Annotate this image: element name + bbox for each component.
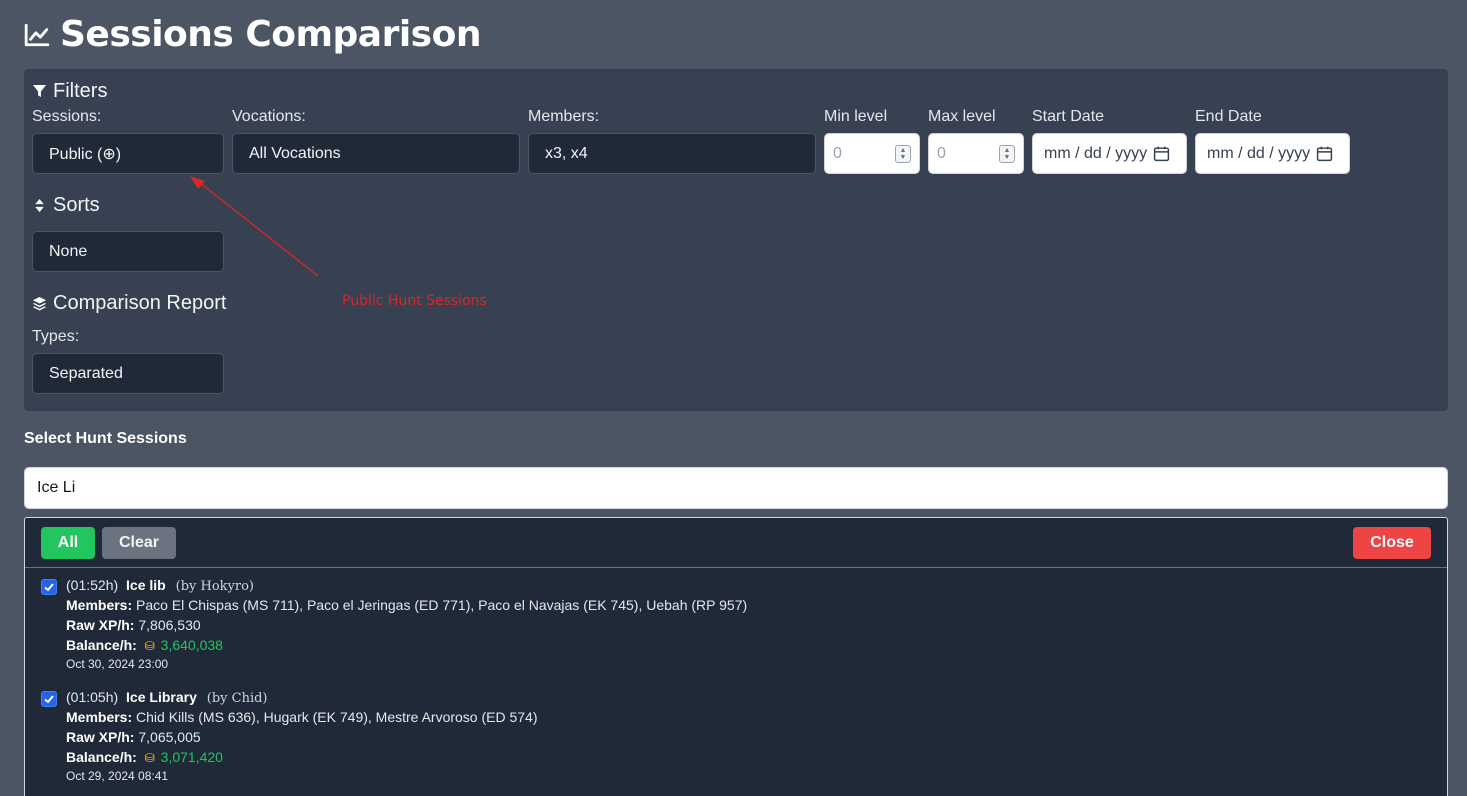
min-level-placeholder: 0 [833, 144, 842, 162]
types-select-value: Separated [49, 364, 123, 382]
members-label: Members: [528, 108, 600, 125]
types-select[interactable]: Separated [32, 353, 224, 394]
sorts-select-value: None [49, 242, 88, 260]
session-name: Ice Library [126, 689, 197, 705]
max-level-placeholder: 0 [937, 144, 946, 162]
sorts-select[interactable]: None [32, 231, 224, 272]
sessions-select-value: Public (⊕) [49, 145, 122, 163]
hunt-sessions-search-input[interactable]: Ice Li [24, 467, 1448, 509]
filters-heading-text: Filters [53, 80, 108, 102]
rawxp-key: Raw XP/h: [66, 617, 135, 633]
max-level-stepper[interactable]: ▲ ▼ [999, 145, 1015, 163]
session-balance: Balance/h: ⛁ 3,640,038 [66, 637, 223, 653]
max-level-input[interactable]: 0 ▲ ▼ [928, 133, 1024, 174]
members-key: Members: [66, 597, 133, 613]
members-key: Members: [66, 709, 133, 725]
list-item[interactable]: (01:52h) Ice lib (by Hokyro) Members: Pa… [41, 577, 1421, 677]
session-duration: (01:52h) [66, 577, 119, 593]
comparison-report-heading: Comparison Report [32, 292, 226, 315]
session-header: (01:05h) Ice Library (by Chid) [66, 689, 268, 706]
select-hunt-sessions-label: Select Hunt Sessions [24, 430, 187, 447]
end-date-placeholder: mm / dd / yyyy [1207, 144, 1311, 162]
filters-heading: Filters [32, 80, 107, 103]
session-members: Members: Paco El Chispas (MS 711), Paco … [66, 597, 747, 613]
sessions-label: Sessions: [32, 108, 102, 125]
sort-icon [35, 198, 44, 213]
filter-icon [32, 84, 47, 98]
check-icon [44, 583, 54, 592]
check-icon [44, 695, 54, 704]
start-date-input[interactable]: mm / dd / yyyy [1032, 133, 1187, 174]
session-header: (01:52h) Ice lib (by Hokyro) [66, 577, 254, 594]
vocations-label: Vocations: [232, 108, 306, 125]
sessions-select[interactable]: Public (⊕) [32, 133, 224, 174]
balance-value: 3,640,038 [160, 637, 223, 653]
session-rawxp: Raw XP/h: 7,065,005 [66, 729, 201, 745]
members-value: Paco El Chispas (MS 711), Paco el Jering… [136, 597, 748, 613]
members-select[interactable]: x3, x4 [528, 133, 816, 174]
balance-value: 3,071,420 [160, 749, 223, 765]
min-level-stepper[interactable]: ▲ ▼ [895, 145, 911, 163]
gold-coin-icon: ⛁ [144, 639, 155, 653]
session-date: Oct 29, 2024 08:41 [66, 769, 169, 783]
annotation-text: Public Hunt Sessions [342, 293, 487, 309]
search-input-value: Ice Li [37, 479, 76, 496]
sorts-heading: Sorts [32, 194, 100, 217]
session-rawxp: Raw XP/h: 7,806,530 [66, 617, 201, 633]
select-all-button[interactable]: All [41, 527, 95, 559]
session-author: (by Hokyro) [175, 579, 254, 594]
calendar-icon[interactable] [1153, 145, 1170, 162]
balance-key: Balance/h: [66, 749, 137, 765]
page-title-text: Sessions Comparison [60, 14, 481, 55]
filters-panel: Filters Sessions: Public (⊕) Vocations: … [24, 69, 1448, 411]
min-level-input[interactable]: 0 ▲ ▼ [824, 133, 920, 174]
session-author: (by Chid) [206, 691, 268, 706]
session-duration: (01:05h) [66, 689, 119, 705]
page-title: Sessions Comparison [24, 14, 481, 55]
vocations-select[interactable]: All Vocations [232, 133, 520, 174]
rawxp-key: Raw XP/h: [66, 729, 135, 745]
gold-coin-icon: ⛁ [144, 751, 155, 765]
session-date: Oct 30, 2024 23:00 [66, 657, 169, 671]
rawxp-value: 7,806,530 [138, 617, 201, 633]
members-value: Chid Kills (MS 636), Hugark (EK 749), Me… [136, 709, 538, 725]
members-select-value: x3, x4 [545, 144, 588, 162]
min-level-label: Min level [824, 108, 888, 125]
session-balance: Balance/h: ⛁ 3,071,420 [66, 749, 223, 765]
dropdown-toolbar: All Clear Close [25, 518, 1447, 568]
types-label: Types: [32, 328, 80, 345]
chart-line-icon [24, 23, 50, 46]
vocations-select-value: All Vocations [249, 144, 341, 162]
list-item[interactable]: (01:05h) Ice Library (by Chid) Members: … [41, 689, 1421, 789]
calendar-icon[interactable] [1316, 145, 1333, 162]
layers-icon [32, 296, 47, 311]
rawxp-value: 7,065,005 [138, 729, 201, 745]
clear-button[interactable]: Clear [102, 527, 176, 559]
session-checkbox[interactable] [41, 691, 57, 707]
session-checkbox[interactable] [41, 579, 57, 595]
max-level-label: Max level [928, 108, 996, 125]
close-button[interactable]: Close [1353, 527, 1431, 559]
session-members: Members: Chid Kills (MS 636), Hugark (EK… [66, 709, 538, 725]
sorts-heading-text: Sorts [53, 194, 100, 216]
comparison-report-heading-text: Comparison Report [53, 292, 227, 314]
hunt-sessions-dropdown: All Clear Close (01:52h) Ice lib (by Hok… [24, 517, 1448, 796]
start-date-placeholder: mm / dd / yyyy [1044, 144, 1148, 162]
end-date-label: End Date [1195, 108, 1262, 125]
start-date-label: Start Date [1032, 108, 1105, 125]
end-date-input[interactable]: mm / dd / yyyy [1195, 133, 1350, 174]
session-name: Ice lib [126, 577, 166, 593]
balance-key: Balance/h: [66, 637, 137, 653]
